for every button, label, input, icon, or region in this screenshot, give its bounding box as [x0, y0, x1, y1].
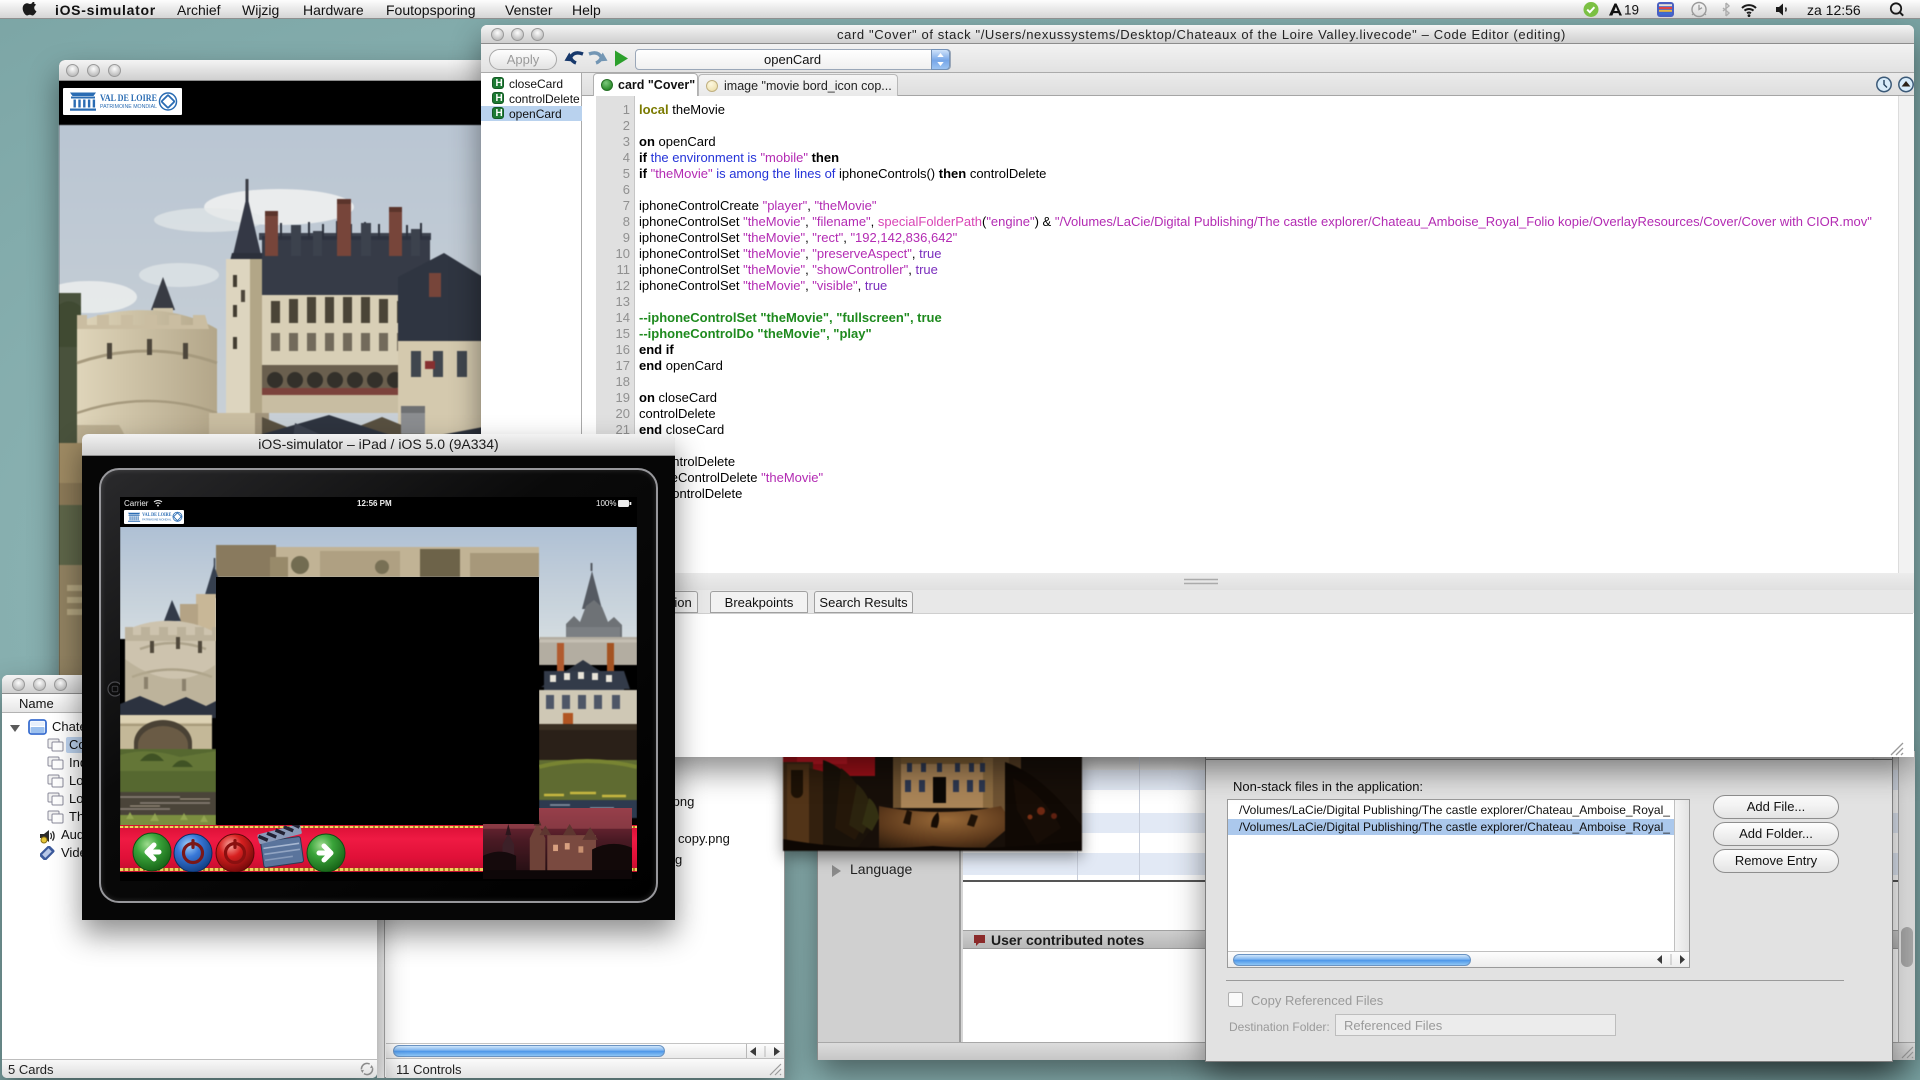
svg-text:PATRIMOINE MONDIAL: PATRIMOINE MONDIAL [100, 104, 157, 110]
svg-text:VAL DE LOIRE: VAL DE LOIRE [100, 94, 157, 104]
svg-text:PATRIMOINE MONDIAL: PATRIMOINE MONDIAL [142, 517, 172, 521]
svg-text:19: 19 [1624, 3, 1639, 18]
svg-text:za 12:56: za 12:56 [1807, 2, 1861, 18]
